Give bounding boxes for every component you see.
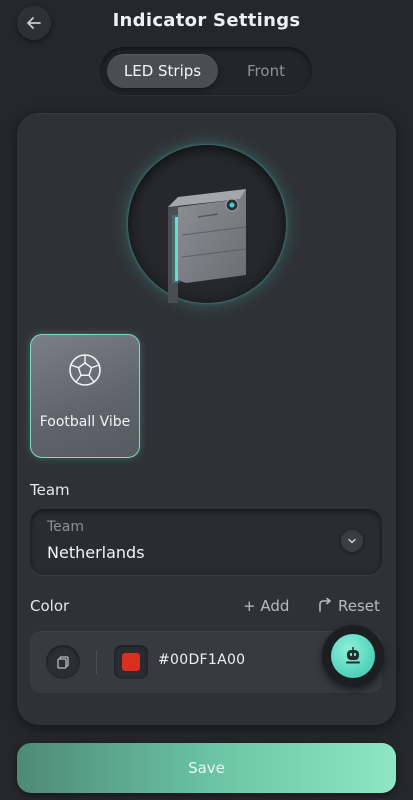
tab-front[interactable]: Front [220, 54, 312, 88]
device-image [168, 189, 247, 303]
team-field-label: Team [47, 519, 85, 535]
assistant-button-ring [322, 625, 384, 687]
mode-tile-football-vibe[interactable]: Football Vibe [30, 334, 140, 458]
page-title: Indicator Settings [112, 10, 301, 31]
reset-color-button[interactable]: Reset [317, 597, 380, 615]
reset-icon [319, 598, 331, 612]
reset-label: Reset [338, 597, 380, 615]
chevron-down-icon [348, 538, 356, 544]
segmented-control: LED Strips Front [100, 47, 312, 95]
color-hex-value: #00DF1A00 [158, 652, 246, 668]
color-swatch [122, 653, 140, 671]
header: Indicator Settings [0, 0, 413, 46]
assistant-button[interactable] [331, 634, 375, 678]
add-color-label: + Add [243, 597, 290, 615]
copy-button[interactable] [46, 645, 80, 679]
tab-led-strips[interactable]: LED Strips [107, 54, 218, 88]
color-entry: #00DF1A00 [30, 625, 384, 693]
settings-card: Football Vibe Team Team Netherlands Colo… [17, 113, 396, 725]
mode-label: Football Vibe [39, 414, 131, 430]
color-section-title: Color [30, 597, 70, 615]
divider [96, 650, 97, 674]
device-preview [128, 145, 286, 303]
team-field-value: Netherlands [47, 543, 145, 562]
save-button[interactable]: Save [17, 743, 396, 793]
team-select[interactable]: Team Netherlands [30, 509, 382, 575]
add-color-button[interactable]: + Add [243, 597, 289, 615]
color-swatch-button[interactable] [114, 645, 148, 679]
copy-icon [57, 656, 69, 669]
chevron-down-button[interactable] [341, 530, 363, 552]
robot-icon [346, 647, 360, 664]
team-section-title: Team [30, 481, 70, 499]
football-icon [69, 354, 101, 386]
